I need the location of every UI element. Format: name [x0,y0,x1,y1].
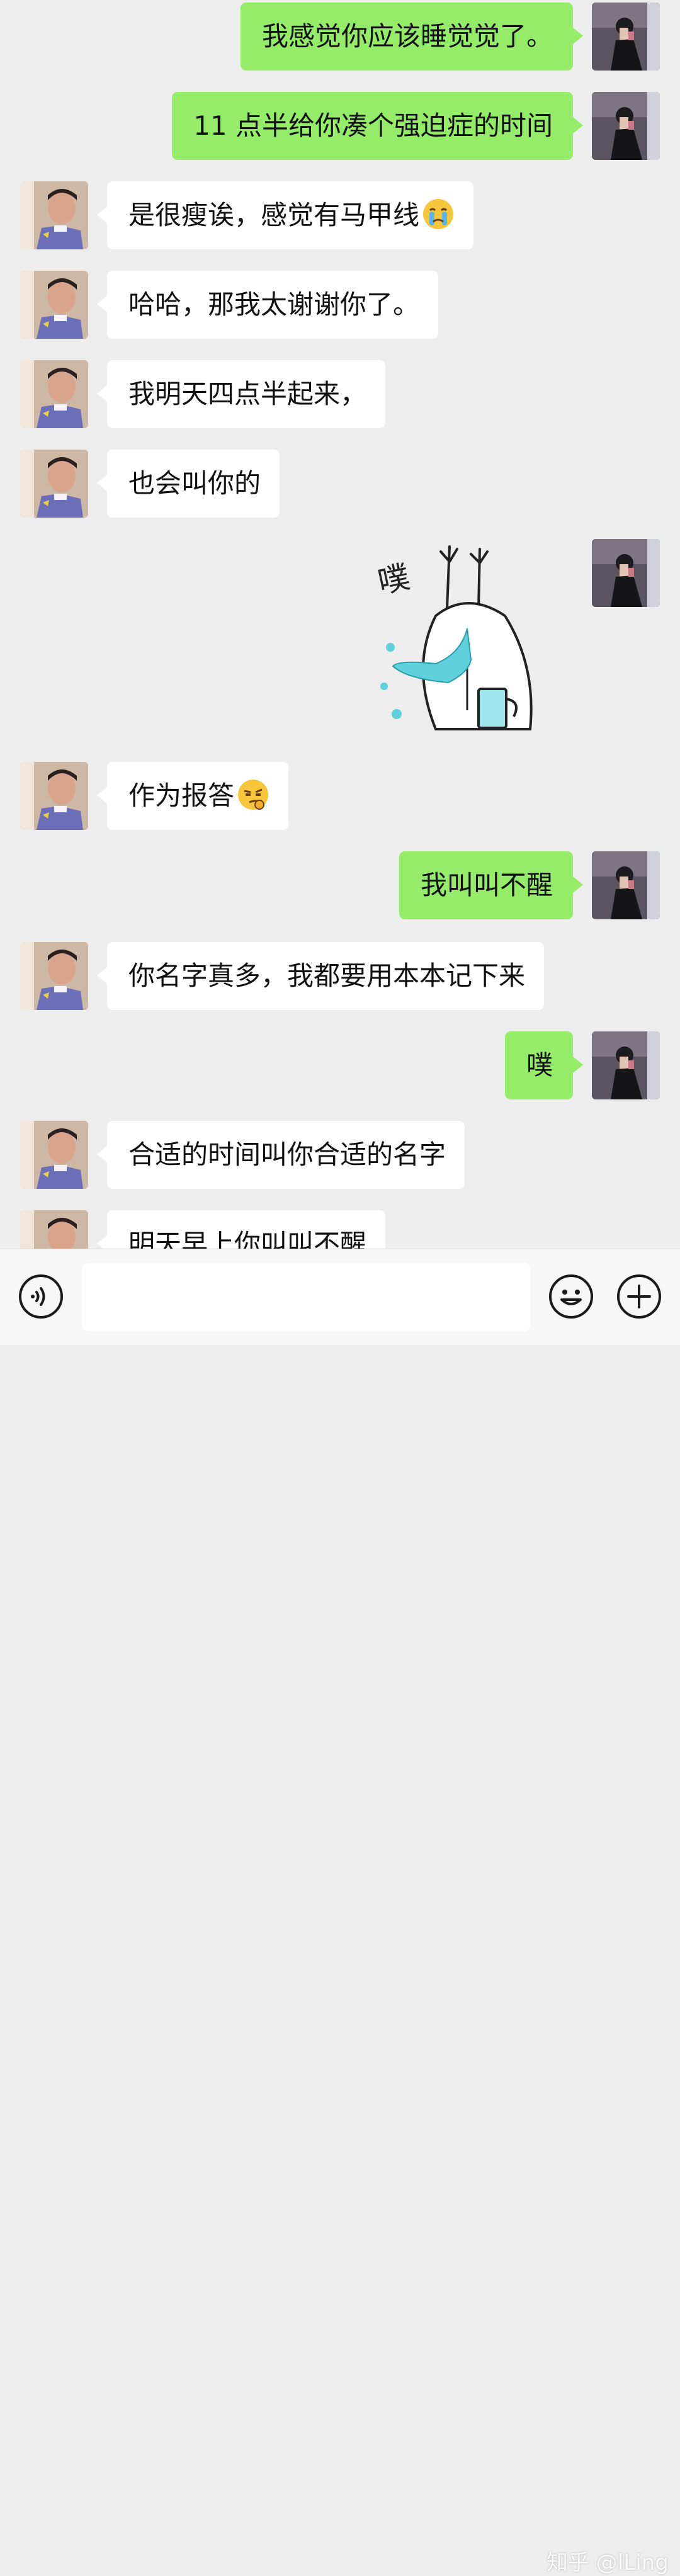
watermark: 知乎 @lLing [547,2550,669,2575]
peer-avatar[interactable] [20,450,88,518]
peer-avatar[interactable] [20,271,88,339]
peer-avatar[interactable] [20,181,88,249]
message-bubble[interactable]: 明天早上你叫叫不醒 [96,1210,386,1249]
message-bubble[interactable]: 哈哈，那我太谢谢你了。 [96,271,439,339]
crying-face-icon [423,199,454,229]
message-bubble[interactable]: 作为报答 [96,762,289,830]
peer-avatar[interactable] [20,1210,88,1249]
chat-message-list[interactable]: 我感觉你应该睡觉觉了。 11 点半给你凑个强迫症的时间 是很瘦诶，感觉有马甲线 … [0,0,680,1249]
voice-button[interactable] [19,1274,63,1319]
plus-icon [627,1285,651,1308]
self-avatar[interactable] [592,92,660,160]
emoji-button[interactable] [549,1274,593,1319]
self-avatar[interactable] [592,851,660,919]
message-bubble[interactable]: 我感觉你应该睡觉觉了。 [240,3,584,71]
message-bubble[interactable]: 合适的时间叫你合适的名字 [96,1121,465,1189]
chat-input-bar: 知乎 @lLing [0,1249,680,2575]
plus-button[interactable] [617,1274,661,1319]
peer-avatar[interactable] [20,942,88,1010]
message-bubble[interactable]: 噗 [504,1031,584,1099]
self-avatar[interactable] [592,3,660,71]
message-bubble[interactable]: 我明天四点半起来， [96,360,386,428]
emoji-icon [560,1290,582,1305]
self-avatar[interactable] [592,1031,660,1099]
peer-avatar[interactable] [20,360,88,428]
message-text: 是很瘦诶，感觉有马甲线 [128,200,420,230]
message-bubble[interactable]: 是很瘦诶，感觉有马甲线 [96,181,474,249]
peer-avatar[interactable] [20,1121,88,1189]
voice-icon [31,1287,45,1306]
message-bubble[interactable]: 11 点半给你凑个强迫症的时间 [172,92,583,160]
sticker-caption: 噗 [375,559,413,601]
message-bubble[interactable]: 我叫叫不醒 [399,851,584,919]
message-bubble[interactable]: 也会叫你的 [96,450,280,518]
smirking-face-icon [238,780,269,810]
self-avatar[interactable] [592,539,660,607]
message-input[interactable] [82,1263,530,1331]
peer-avatar[interactable] [20,762,88,830]
rabbit-spitting-water-sticker-icon[interactable]: 噗 [373,540,562,742]
message-bubble[interactable]: 你名字真多，我都要用本本记下来 [96,942,545,1010]
message-text: 作为报答 [128,780,235,811]
